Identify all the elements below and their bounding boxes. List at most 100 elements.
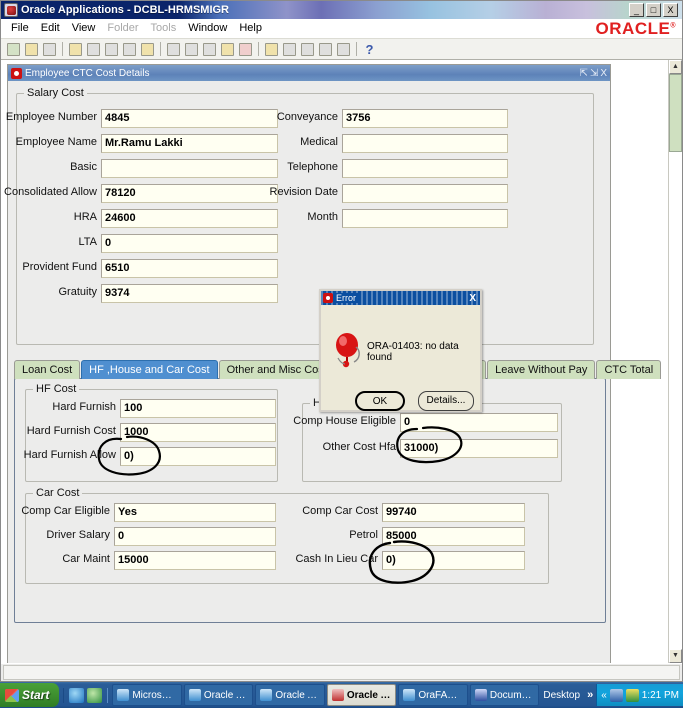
error-details-button[interactable]: Details... bbox=[418, 391, 474, 411]
input-hard-furnish[interactable]: 100 bbox=[120, 399, 276, 418]
oracle-wordmark: ORACLE bbox=[595, 19, 671, 38]
clear-record-icon[interactable] bbox=[237, 41, 254, 58]
tab-loan-cost[interactable]: Loan Cost bbox=[14, 360, 81, 379]
input-hard-furnish-allow[interactable]: 0) bbox=[120, 447, 276, 466]
input-employee-number[interactable]: 4845 bbox=[101, 109, 278, 128]
task-button[interactable]: Microsoft Outloo... bbox=[112, 684, 182, 706]
tab-hf-house-and-car-cost[interactable]: HF ,House and Car Cost bbox=[81, 360, 218, 379]
menu-window[interactable]: Window bbox=[182, 20, 233, 36]
input-cash-in-lieu-car[interactable]: 0) bbox=[382, 551, 525, 570]
insert-record-icon[interactable] bbox=[263, 41, 280, 58]
attachment-icon[interactable] bbox=[317, 41, 334, 58]
input-employee-name[interactable]: Mr.Ramu Lakki bbox=[101, 134, 278, 153]
scroll-thumb[interactable] bbox=[669, 74, 682, 152]
input-comp-house-eligible[interactable]: 0 bbox=[400, 413, 558, 432]
window-help-icon[interactable] bbox=[335, 41, 352, 58]
menu-edit[interactable]: Edit bbox=[35, 20, 66, 36]
field-basic: Basic bbox=[70, 159, 278, 178]
task-button[interactable]: OraFAQ Forum -... bbox=[398, 684, 468, 706]
input-driver-salary[interactable]: 0 bbox=[114, 527, 276, 546]
clock[interactable]: 1:21 PM bbox=[642, 690, 679, 701]
scroll-up-button[interactable]: ▲ bbox=[669, 60, 682, 74]
input-medical[interactable] bbox=[342, 134, 508, 153]
menu-view[interactable]: View bbox=[66, 20, 102, 36]
input-consolidated-allow[interactable]: 78120 bbox=[101, 184, 278, 203]
scroll-track[interactable] bbox=[669, 74, 682, 649]
paste-icon[interactable] bbox=[201, 41, 218, 58]
input-comp-car-cost[interactable]: 99740 bbox=[382, 503, 525, 522]
print-icon[interactable] bbox=[103, 41, 120, 58]
label-medical: Medical bbox=[300, 136, 338, 148]
start-button-label: Start bbox=[22, 688, 50, 702]
window-title: Oracle Applications - DCBL-HRMSMIGR bbox=[21, 4, 229, 16]
input-basic[interactable] bbox=[101, 159, 278, 178]
task-button[interactable]: Oracle Applicati... bbox=[183, 684, 254, 706]
next-step-icon[interactable] bbox=[85, 41, 102, 58]
show-navigator-icon[interactable] bbox=[41, 41, 58, 58]
minimize-button[interactable]: _ bbox=[629, 3, 644, 17]
outlook-express-icon[interactable] bbox=[87, 687, 103, 703]
scroll-down-button[interactable]: ▼ bbox=[669, 649, 682, 663]
error-close-button[interactable]: X bbox=[469, 293, 478, 304]
form-minimize-button[interactable]: ⇱ bbox=[579, 68, 589, 79]
input-petrol[interactable]: 85000 bbox=[382, 527, 525, 546]
input-month[interactable] bbox=[342, 209, 508, 228]
task-button[interactable]: Oracle Applicati... bbox=[255, 684, 325, 706]
cut-icon[interactable] bbox=[165, 41, 182, 58]
find-icon[interactable] bbox=[23, 41, 40, 58]
edit-icon[interactable] bbox=[219, 41, 236, 58]
input-telephone[interactable] bbox=[342, 159, 508, 178]
tray-expand-chevron[interactable]: « bbox=[601, 690, 607, 701]
toolbar: ? bbox=[1, 38, 682, 60]
input-car-maint[interactable]: 15000 bbox=[114, 551, 276, 570]
menu-help[interactable]: Help bbox=[233, 20, 268, 36]
input-conveyance[interactable]: 3756 bbox=[342, 109, 508, 128]
field-month: Month bbox=[307, 209, 508, 228]
field-petrol: Petrol 85000 bbox=[349, 527, 525, 546]
task-button[interactable]: Document1 - Mic... bbox=[469, 684, 540, 706]
close-button[interactable]: X bbox=[663, 3, 678, 17]
form-restore-button[interactable]: ⇲ bbox=[589, 68, 599, 79]
oracle-logo: ORACLE® bbox=[596, 19, 676, 39]
tab-ctc-total[interactable]: CTC Total bbox=[596, 360, 662, 379]
internet-explorer-icon[interactable] bbox=[69, 687, 85, 703]
input-hra[interactable]: 24600 bbox=[101, 209, 278, 228]
start-button[interactable]: Start bbox=[0, 683, 60, 707]
quick-launch-bar bbox=[63, 687, 109, 703]
desktop-toolbar-label[interactable]: Desktop bbox=[539, 690, 584, 701]
toolbar-overflow-chevron[interactable]: » bbox=[584, 689, 596, 701]
task-button-active[interactable]: Oracle Applica... bbox=[326, 684, 397, 706]
input-hard-furnish-cost[interactable]: 1000 bbox=[120, 423, 276, 442]
tab-other-and-misc-cost[interactable]: Other and Misc Cost bbox=[218, 360, 335, 379]
mdi-vertical-scrollbar[interactable]: ▲ ▼ bbox=[668, 60, 682, 663]
copy-icon[interactable] bbox=[183, 41, 200, 58]
input-other-cost-hfa[interactable]: 31000) bbox=[400, 439, 558, 458]
error-ok-button[interactable]: OK bbox=[355, 391, 405, 411]
label-provident-fund: Provident Fund bbox=[22, 261, 97, 273]
input-lta[interactable]: 0 bbox=[101, 234, 278, 253]
tab-leave-without-pay[interactable]: Leave Without Pay bbox=[487, 360, 596, 379]
oracle-trademark: ® bbox=[670, 22, 676, 30]
field-consolidated-allow: Consolidated Allow 78120 bbox=[4, 184, 278, 203]
delete-record-icon[interactable] bbox=[281, 41, 298, 58]
task-button-label: OraFAQ Forum -... bbox=[418, 689, 463, 701]
folder-icon[interactable] bbox=[139, 41, 156, 58]
antivirus-icon[interactable] bbox=[625, 688, 639, 702]
lock-icon[interactable] bbox=[299, 41, 316, 58]
network-icon[interactable] bbox=[609, 688, 623, 702]
new-record-icon[interactable] bbox=[5, 41, 22, 58]
input-gratuity[interactable]: 9374 bbox=[101, 284, 278, 303]
input-comp-car-eligible[interactable]: Yes bbox=[114, 503, 276, 522]
menu-file[interactable]: File bbox=[5, 20, 35, 36]
form-close-button[interactable]: X bbox=[599, 68, 608, 79]
ie-window-icon bbox=[188, 689, 201, 701]
help-icon[interactable]: ? bbox=[361, 41, 378, 58]
error-dialog-titlebar[interactable]: Error X bbox=[321, 291, 480, 305]
close-form-icon[interactable] bbox=[121, 41, 138, 58]
save-icon[interactable] bbox=[67, 41, 84, 58]
input-provident-fund[interactable]: 6510 bbox=[101, 259, 278, 278]
input-revision-date[interactable] bbox=[342, 184, 508, 203]
restore-button[interactable]: □ bbox=[646, 3, 661, 17]
form-titlebar[interactable]: Employee CTC Cost Details ⇱ ⇲ X bbox=[8, 65, 610, 81]
window-titlebar[interactable]: Oracle Applications - DCBL-HRMSMIGR _ □ … bbox=[1, 1, 682, 19]
